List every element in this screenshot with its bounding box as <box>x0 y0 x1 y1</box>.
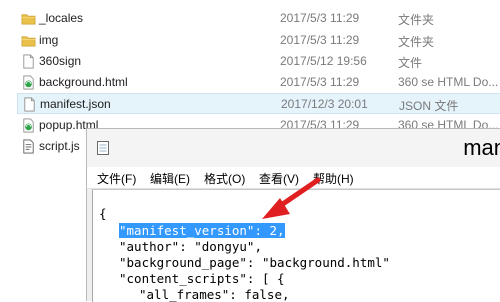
file-type: 文件夹 <box>398 13 435 27</box>
js-file-icon <box>23 139 34 154</box>
file-row[interactable]: background.html 2017/5/3 11:29 360 se HT… <box>17 72 500 93</box>
file-name: img <box>39 33 59 47</box>
file-type: 文件 <box>398 56 423 70</box>
folder-icon <box>21 36 36 47</box>
file-name: _locales <box>39 11 84 25</box>
file-date: 2017/5/3 11:29 <box>280 11 360 25</box>
file-row[interactable]: 360sign 2017/5/12 19:56 文件 <box>17 51 500 72</box>
folder-icon <box>21 14 36 25</box>
html-file-icon <box>23 75 34 90</box>
selected-text: "manifest_version": 2, <box>119 223 285 238</box>
menu-view[interactable]: 查看(V) <box>259 170 299 187</box>
menu-format[interactable]: 格式(O) <box>204 170 245 187</box>
file-name: background.html <box>39 75 128 89</box>
notepad-menubar: 文件(F) 编辑(E) 格式(O) 查看(V) 帮助(H) <box>87 167 500 189</box>
code-line-highlighted: "manifest_version": 2, <box>119 223 285 239</box>
file-name: 360sign <box>39 54 82 68</box>
file-type: 文件夹 <box>398 35 435 49</box>
code-line: "background_page": "background.html" <box>119 255 390 270</box>
notepad-icon <box>97 141 109 155</box>
file-icon <box>23 54 34 69</box>
code-line: "content_scripts": [ { <box>119 271 285 286</box>
notepad-title: man <box>463 135 500 160</box>
file-date: 2017/12/3 20:01 <box>281 97 368 111</box>
notepad-window[interactable]: man 文件(F) 编辑(E) 格式(O) 查看(V) 帮助(H) { "man… <box>87 129 500 302</box>
file-date: 2017/5/12 19:56 <box>280 54 367 68</box>
code-line: "all_frames": false, <box>139 287 290 302</box>
code-line: { <box>99 206 107 221</box>
html-file-icon <box>23 118 34 133</box>
menu-help[interactable]: 帮助(H) <box>313 170 354 187</box>
file-date: 2017/5/3 11:29 <box>280 75 360 89</box>
file-row[interactable]: img 2017/5/3 11:29 文件夹 <box>17 30 500 51</box>
file-type: JSON 文件 <box>399 99 459 113</box>
file-name: script.js <box>39 139 80 153</box>
file-row[interactable]: _locales 2017/5/3 11:29 文件夹 <box>17 8 500 29</box>
file-type: 360 se HTML Do... <box>398 75 499 89</box>
file-name: manifest.json <box>40 97 111 111</box>
notepad-titlebar[interactable]: man <box>87 129 500 167</box>
menu-file[interactable]: 文件(F) <box>97 170 136 187</box>
notepad-editor[interactable]: { "manifest_version": 2, "author": "dong… <box>92 189 500 302</box>
file-row-selected[interactable]: manifest.json 2017/12/3 20:01 JSON 文件 <box>17 93 500 114</box>
json-file-icon <box>24 97 35 112</box>
code-line: "author": "dongyu", <box>119 239 262 254</box>
file-date: 2017/5/3 11:29 <box>280 33 360 47</box>
menu-edit[interactable]: 编辑(E) <box>150 170 190 187</box>
